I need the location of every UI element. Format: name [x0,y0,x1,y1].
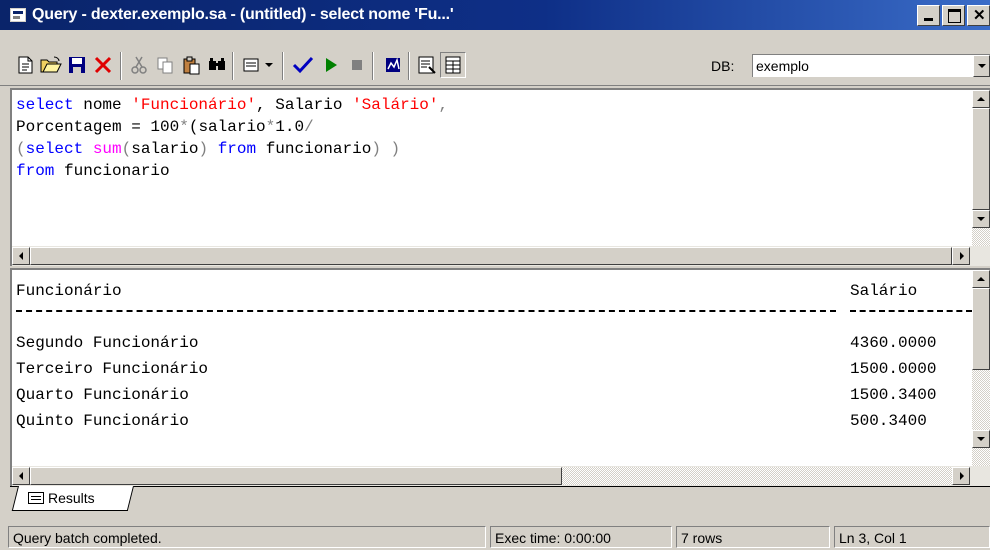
tab-results-label: Results [48,490,95,506]
toolbar-separator [372,52,374,80]
code-line-4: from funcionario [16,162,170,180]
results-header-funcionario: Funcionário [16,282,122,300]
table-row-name: Quarto Funcionário [16,386,189,404]
dropdown-arrow-icon[interactable] [262,52,276,78]
scroll-thumb[interactable] [30,467,562,485]
scroll-left-icon[interactable] [12,467,30,485]
scroll-up-icon[interactable] [972,270,990,288]
table-row-salary: 4360.0000 [850,334,937,352]
editor-horizontal-scrollbar[interactable] [12,246,990,266]
open-file-icon[interactable] [38,52,64,78]
sql-code[interactable]: select nome 'Funcionário', Salario 'Salá… [16,94,448,182]
scroll-down-icon[interactable] [972,430,990,448]
table-row-name: Segundo Funcionário [16,334,199,352]
results-vertical-scrollbar[interactable] [972,270,990,466]
results-header-salario: Salário [850,282,918,300]
results-grid-icon [28,492,44,504]
editor-vertical-scrollbar[interactable] [972,90,990,246]
maximize-button[interactable] [942,5,965,26]
results-pane[interactable]: Funcionário Salário Segundo Funcionário … [10,268,990,486]
code-line-2: Porcentagem = 100*(salario*1.0/ [16,118,314,136]
status-exec-time: Exec time: 0:00:00 [490,526,672,548]
table-row-salary: 1500.0000 [850,360,937,378]
query-window-icon[interactable] [10,8,26,22]
status-rows: 7 rows [676,526,830,548]
database-value: exemplo [756,58,809,74]
code-line-1: select nome 'Funcionário', Salario 'Salá… [16,96,449,114]
scroll-thumb[interactable] [972,108,990,210]
scroll-down-icon[interactable] [972,210,990,228]
scroll-right-icon[interactable] [952,247,970,265]
code-line-3: (select sum(salario) from funcionario) ) [16,140,401,158]
copy-icon[interactable] [152,52,178,78]
properties-icon[interactable] [414,52,440,78]
table-row-name: Quinto Funcionário [16,412,189,430]
scroll-thumb[interactable] [972,288,990,370]
new-query-icon[interactable] [12,52,38,78]
database-dropdown-icon[interactable] [973,55,990,77]
scroll-thumb[interactable] [30,247,952,265]
execute-icon[interactable] [318,52,344,78]
results-horizontal-scrollbar[interactable] [12,466,990,486]
query-mode-icon[interactable] [238,52,264,78]
toolbar-separator [282,52,284,80]
cut-icon[interactable] [126,52,152,78]
close-button[interactable] [967,5,990,26]
paste-icon[interactable] [178,52,204,78]
toolbar-separator [232,52,234,80]
status-position: Ln 3, Col 1 [834,526,990,548]
sql-editor[interactable]: select nome 'Funcionário', Salario 'Salá… [10,88,990,266]
scroll-right-icon[interactable] [952,467,970,485]
title-bar[interactable]: Query - dexter.exemplo.sa - (untitled) -… [0,0,990,30]
minimize-button[interactable] [917,5,940,26]
tab-results-label-group[interactable]: Results [28,490,95,506]
scroll-up-icon[interactable] [972,90,990,108]
show-plan-icon[interactable] [380,52,406,78]
db-label: DB: [711,58,735,74]
results-grid-icon[interactable] [440,52,466,78]
scroll-track[interactable] [562,467,952,485]
scroll-left-icon[interactable] [12,247,30,265]
stop-icon[interactable] [344,52,370,78]
table-row-salary: 500.3400 [850,412,927,430]
window-controls [915,5,990,26]
table-row-salary: 1500.3400 [850,386,937,404]
status-bar: Query batch completed. Exec time: 0:00:0… [0,524,990,550]
header-separator-col2 [850,310,972,312]
table-row-name: Terceiro Funcionário [16,360,209,378]
find-icon[interactable] [204,52,230,78]
parse-query-icon[interactable] [290,52,316,78]
header-separator-col1 [16,310,836,312]
save-icon[interactable] [64,52,90,78]
window-title: Query - dexter.exemplo.sa - (untitled) -… [32,6,454,23]
database-select[interactable]: exemplo [752,54,990,77]
tab-strip [10,486,990,512]
delete-icon[interactable] [90,52,116,78]
toolbar: DB: exemplo [0,30,990,86]
status-message: Query batch completed. [8,526,486,548]
toolbar-separator [120,52,122,80]
toolbar-separator [408,52,410,80]
